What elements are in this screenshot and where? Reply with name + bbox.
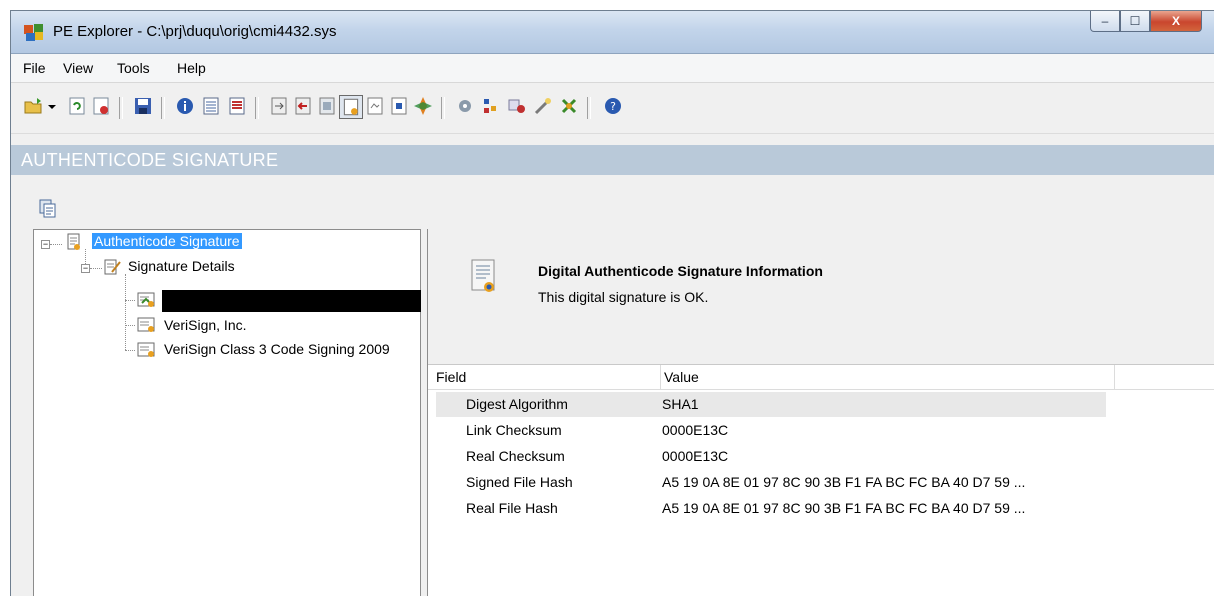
- sections-icon[interactable]: [227, 96, 247, 116]
- minimize-button[interactable]: –: [1090, 11, 1120, 32]
- table-row[interactable]: Real File Hash A5 19 0A 8E 01 97 8C 90 3…: [436, 496, 1106, 521]
- disassembler-icon[interactable]: [413, 96, 433, 116]
- toolbar-separator: [587, 97, 591, 119]
- open-icon[interactable]: [23, 96, 43, 116]
- wizard-icon[interactable]: [533, 96, 553, 116]
- syntax-icon[interactable]: [481, 96, 501, 116]
- table-row[interactable]: Link Checksum 0000E13C: [436, 418, 1106, 443]
- value-cell: SHA1: [662, 396, 699, 412]
- svg-text:?: ?: [610, 100, 616, 113]
- certificate-icon: [137, 292, 155, 307]
- resource-editor-icon[interactable]: [507, 96, 527, 116]
- column-header-field[interactable]: Field: [436, 369, 466, 385]
- table-row[interactable]: Digest Algorithm SHA1: [436, 392, 1106, 417]
- resources-icon[interactable]: [317, 96, 337, 116]
- tree-line: [125, 325, 135, 326]
- tree-line: [85, 249, 86, 264]
- signature-icon[interactable]: [339, 95, 363, 119]
- collapse-root-icon[interactable]: −: [41, 240, 50, 249]
- collapse-details-icon[interactable]: −: [81, 264, 90, 273]
- tree-node-verisign-inc[interactable]: VeriSign, Inc.: [164, 317, 247, 333]
- toolbar-separator: [441, 97, 445, 119]
- plugin-icon[interactable]: [559, 96, 579, 116]
- sub-toolbar: [11, 175, 1214, 227]
- info-status: This digital signature is OK.: [538, 289, 709, 305]
- tree-line: [125, 274, 126, 350]
- maximize-icon: ☐: [1129, 14, 1141, 28]
- tools-icon[interactable]: [455, 96, 475, 116]
- redacted-certificate-name: [162, 290, 435, 312]
- field-cell: Real File Hash: [466, 500, 558, 516]
- copy-icon[interactable]: [39, 199, 57, 219]
- menu-help[interactable]: Help: [177, 60, 206, 76]
- value-cell: 0000E13C: [662, 448, 729, 464]
- field-cell: Link Checksum: [466, 422, 562, 438]
- dropdown-arrow-icon[interactable]: [47, 96, 57, 116]
- toolbar-separator: [255, 97, 259, 119]
- value-cell: 0000E13C: [662, 422, 729, 438]
- table-row[interactable]: Signed File Hash A5 19 0A 8E 01 97 8C 90…: [436, 470, 1106, 495]
- window-title: PE Explorer - C:\prj\duqu\orig\cmi4432.s…: [53, 23, 337, 40]
- maximize-button[interactable]: ☐: [1120, 11, 1150, 32]
- certificate-icon: [137, 342, 155, 357]
- app-icon: [24, 24, 43, 41]
- field-cell: Real Checksum: [466, 448, 565, 464]
- list-header: Field Value: [428, 365, 1214, 390]
- title-bar[interactable]: PE Explorer - C:\prj\duqu\orig\cmi4432.s…: [11, 11, 1214, 54]
- section-header: AUTHENTICODE SIGNATURE: [11, 145, 1214, 175]
- column-header-value[interactable]: Value: [664, 369, 699, 385]
- certificate-icon: [137, 317, 155, 332]
- close-file-icon[interactable]: [91, 96, 111, 116]
- signature-tree[interactable]: − Authenticode Signature − Signature Det…: [33, 229, 435, 596]
- info-icon[interactable]: [175, 96, 195, 116]
- imports-icon[interactable]: [293, 96, 313, 116]
- toolbar-separator: [119, 97, 123, 119]
- tree-line: [125, 350, 135, 351]
- close-button[interactable]: X: [1150, 11, 1202, 32]
- table-row[interactable]: Real Checksum 0000E13C: [436, 444, 1106, 469]
- column-divider[interactable]: [1114, 365, 1115, 389]
- dependency-icon[interactable]: [389, 96, 409, 116]
- debug-icon[interactable]: [365, 96, 385, 116]
- signature-details-icon: [104, 259, 121, 275]
- exports-icon[interactable]: [269, 96, 289, 116]
- save-icon[interactable]: [133, 96, 153, 116]
- menu-view[interactable]: View: [63, 60, 93, 76]
- headers-icon[interactable]: [201, 96, 221, 116]
- field-cell: Signed File Hash: [466, 474, 573, 490]
- value-cell: A5 19 0A 8E 01 97 8C 90 3B F1 FA BC FC B…: [662, 500, 1026, 516]
- column-divider[interactable]: [660, 365, 661, 389]
- tree-line: [125, 300, 135, 301]
- signature-info-panel: Digital Authenticode Signature Informati…: [428, 229, 1214, 365]
- close-icon: X: [1171, 14, 1180, 28]
- info-title: Digital Authenticode Signature Informati…: [538, 263, 823, 279]
- tree-line: [50, 244, 62, 245]
- tree-node-verisign-class3[interactable]: VeriSign Class 3 Code Signing 2009: [164, 341, 390, 357]
- tree-node-authenticode-signature[interactable]: Authenticode Signature: [92, 233, 242, 249]
- minimize-icon: –: [1101, 14, 1109, 28]
- menu-file[interactable]: File: [23, 60, 46, 76]
- tree-node-clip: VeriSign Class 3 Code Signing 2009: [164, 341, 420, 361]
- pe-explorer-window: PE Explorer - C:\prj\duqu\orig\cmi4432.s…: [10, 10, 1214, 596]
- tree-node-signature-details[interactable]: Signature Details: [128, 258, 235, 274]
- help-icon[interactable]: ?: [603, 96, 623, 116]
- section-title: AUTHENTICODE SIGNATURE: [21, 150, 279, 170]
- toolbar-separator: [161, 97, 165, 119]
- certificate-document-icon: [471, 259, 495, 292]
- menu-tools[interactable]: Tools: [117, 60, 150, 76]
- refresh-icon[interactable]: [67, 96, 87, 116]
- main-toolbar: ?: [11, 83, 1214, 134]
- signature-icon: [67, 233, 80, 250]
- field-cell: Digest Algorithm: [466, 396, 568, 412]
- menu-bar: File View Tools Help: [11, 54, 1214, 83]
- value-cell: A5 19 0A 8E 01 97 8C 90 3B F1 FA BC FC B…: [662, 474, 1026, 490]
- details-pane: Digital Authenticode Signature Informati…: [427, 229, 1214, 596]
- tree-line: [90, 268, 102, 269]
